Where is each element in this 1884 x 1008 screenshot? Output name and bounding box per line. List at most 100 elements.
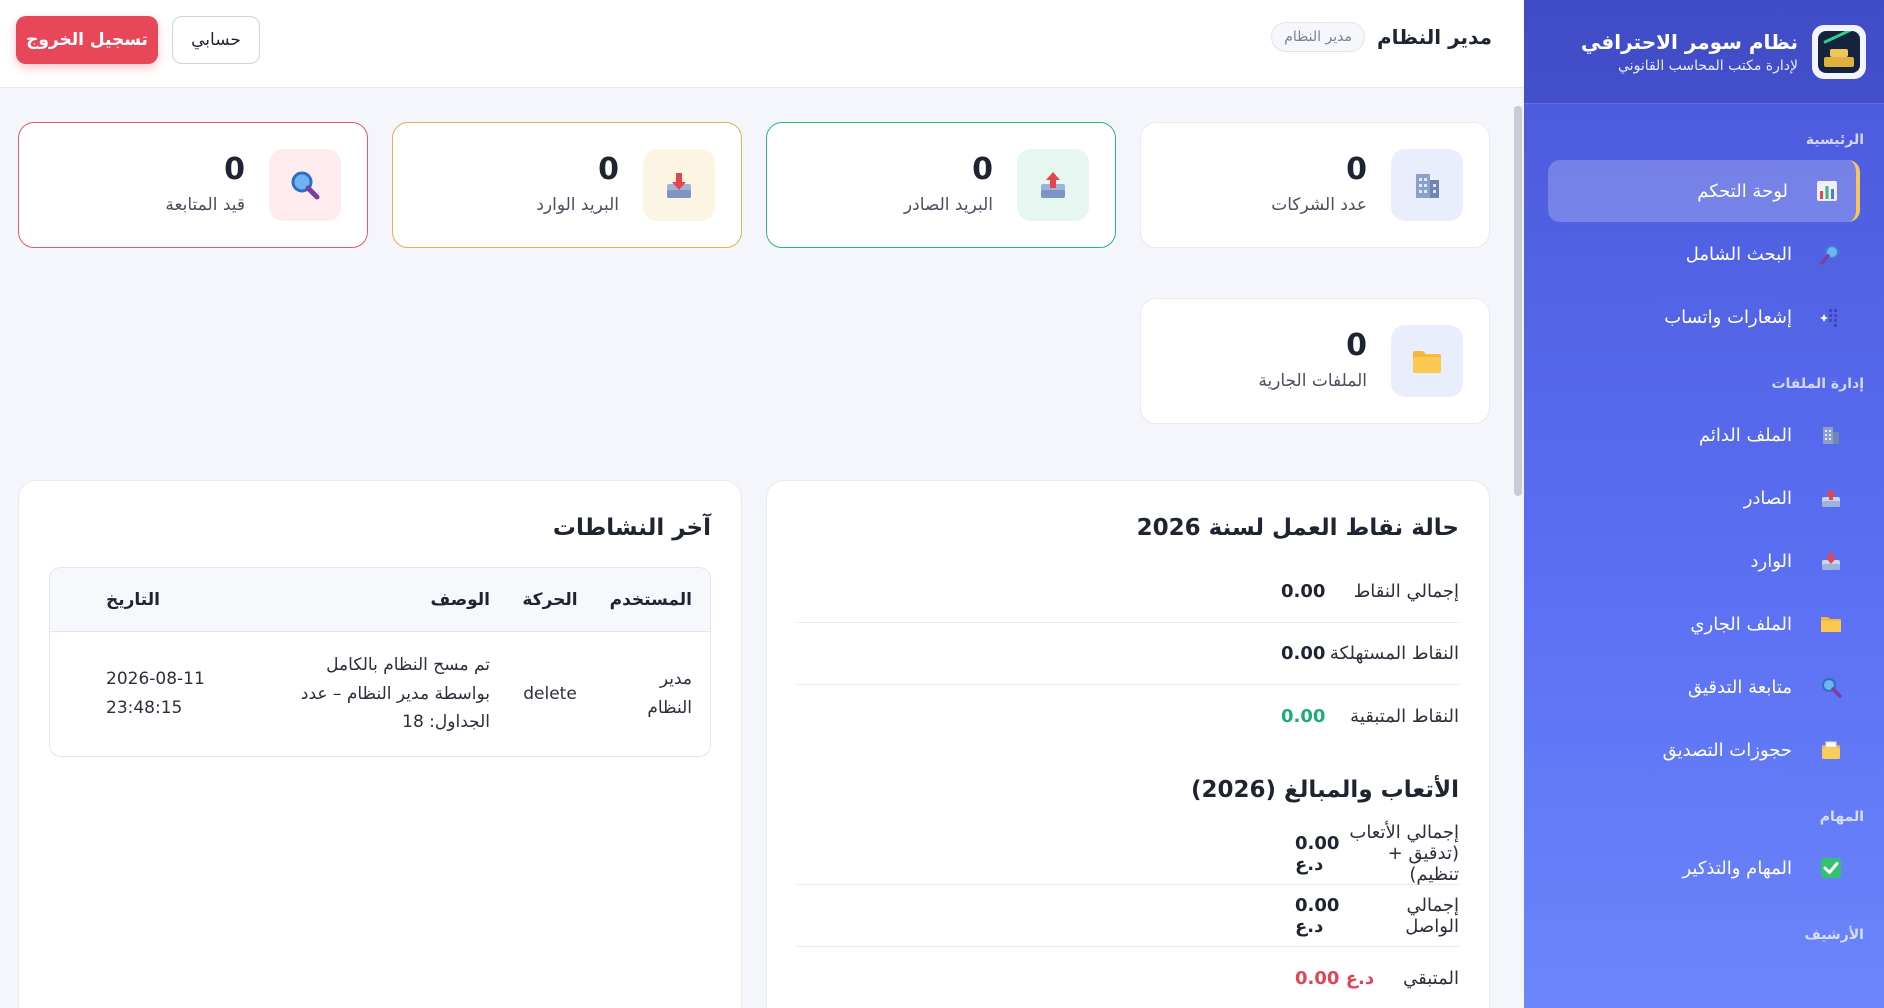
fees-row: المتبقي 0.00 د.ع [797,947,1459,1008]
stat-value: 0 [224,152,245,187]
cell-desc-line: تم مسح النظام بالكامل [326,654,490,675]
app-logo [1812,24,1866,79]
stat-card-current-files[interactable]: 0 الملفات الجارية [1140,298,1490,424]
sidebar-item-dashboard[interactable]: لوحة التحكم [1548,160,1860,222]
sidebar-item-label: حجوزات التصديق [1662,739,1792,761]
sidebar-item-label: متابعة التدقيق [1687,676,1792,698]
sidebar-item-label: البحث الشامل [1685,243,1792,265]
main-scrollbar[interactable] [1514,106,1522,496]
sidebar-item-tasks-reminders[interactable]: المهام والتذكير [1548,837,1860,899]
sidebar-item-label: الوارد [1750,550,1793,572]
building-icon [1391,149,1463,221]
brand: نظام سومر الاحترافي لإدارة مكتب المحاسب … [1524,0,1884,104]
top-bar: تسجيل الخروج حسابي مدير النظام مدير النظ… [0,0,1524,88]
search-icon [1818,241,1844,267]
sidebar-item-current-file[interactable]: الملف الجاري [1548,593,1860,655]
stat-label: البريد الوارد [536,195,619,215]
account-button[interactable]: حسابي [172,16,260,64]
cell-move: delete [523,683,577,704]
sidebar-item-global-search[interactable]: البحث الشامل [1548,223,1860,285]
points-row: النقاط المتبقية 0.00 [797,685,1459,747]
sidebar-item-label: الملف الدائم [1698,424,1792,446]
cell-desc-line: الجداول: 18 [402,712,490,733]
fees-row: إجمالي الواصل 0.00 د.ع [797,885,1459,947]
table-header: المستخدم الحركة الوصف التاريخ [50,568,710,632]
stat-value: 0 [972,152,993,187]
stat-label: قيد المتابعة [165,195,245,215]
header-user: المستخدم [609,589,692,610]
stat-card-incoming-mail[interactable]: 0 البريد الوارد [392,122,742,248]
outbox-icon [1818,485,1844,511]
points-title: حالة نقاط العمل لسنة 2026 [1136,515,1459,541]
stat-card-companies[interactable]: 0 عدد الشركات [1140,122,1490,248]
bar-chart-icon [1814,178,1840,204]
points-row: النقاط المستهلكة 0.00 [797,623,1459,685]
sidebar: نظام سومر الاحترافي لإدارة مكتب المحاسب … [1524,0,1884,1008]
row-label: إجمالي النقاط [1353,581,1459,602]
stat-value: 0 [598,152,619,187]
section-files: إدارة الملفات [1771,376,1864,392]
sidebar-item-label: الصادر [1743,487,1792,509]
section-tasks: المهام [1819,809,1864,825]
table-row: مدير النظام delete تم مسح النظام بالكامل… [50,632,710,756]
sidebar-item-certification-bookings[interactable]: حجوزات التصديق [1548,719,1860,781]
search-icon [1818,674,1844,700]
stat-label: عدد الشركات [1271,195,1367,215]
cell-desc-line: بواسطة مدير النظام – عدد [300,683,490,704]
row-value: 0.00 د.ع [1295,967,1375,989]
section-main: الرئيسية [1805,132,1864,148]
row-label: إجمالي الأتعاب (تدقيق + تنظيم) [1349,822,1459,885]
sidebar-item-label: المهام والتذكير [1682,857,1792,879]
row-label: النقاط المستهلكة [1329,643,1459,664]
user-name: مدير النظام [1376,25,1492,49]
row-value: 0.00 [1281,643,1326,664]
logout-button[interactable]: تسجيل الخروج [16,16,158,64]
fees-row: إجمالي الأتعاب (تدقيق + تنظيم) 0.00 د.ع [797,822,1459,885]
stat-label: البريد الصادر [903,195,993,215]
header-date: التاريخ [106,589,160,610]
section-archive: الأرشيف [1804,927,1864,943]
sidebar-item-whatsapp-notifications[interactable]: إشعارات واتساب [1548,286,1860,348]
header-move: الحركة [522,589,578,610]
cell-user-line: مدير [659,669,692,690]
stat-card-outgoing-mail[interactable]: 0 البريد الصادر [766,122,1116,248]
cell-date-line: 23:48:15 [106,698,183,718]
folder-icon [1818,611,1844,637]
sidebar-item-audit-follow-up[interactable]: متابعة التدقيق [1548,656,1860,718]
building-icon [1818,422,1844,448]
magnifier-icon [269,149,341,221]
row-value: 0.00 د.ع [1295,832,1340,875]
activities-table: المستخدم الحركة الوصف التاريخ مدير النظا… [49,567,711,757]
sidebar-item-label: الملف الجاري [1690,613,1792,635]
inbox-icon [1818,548,1844,574]
check-icon [1818,855,1844,881]
stat-card-follow-up[interactable]: 0 قيد المتابعة [18,122,368,248]
stat-value: 0 [1346,152,1367,187]
inbox-icon [643,149,715,221]
fees-title: الأتعاب والمبالغ (2026) [1190,777,1459,803]
sparkle-grid-icon [1818,304,1844,330]
outbox-icon [1017,149,1089,221]
sidebar-item-incoming[interactable]: الوارد [1548,530,1860,592]
folder-icon [1391,325,1463,397]
sidebar-item-label: لوحة التحكم [1697,180,1788,202]
sidebar-item-permanent-file[interactable]: الملف الدائم [1548,404,1860,466]
cell-desc: تم مسح النظام بالكامل بواسطة مدير النظام… [260,651,500,738]
brand-title: نظام سومر الاحترافي [1580,29,1798,54]
stat-value: 0 [1346,328,1367,363]
sidebar-item-label: إشعارات واتساب [1664,306,1792,328]
points-row: إجمالي النقاط 0.00 [797,561,1459,623]
stat-label: الملفات الجارية [1258,371,1367,391]
activities-panel: آخر النشاطات المستخدم الحركة الوصف التار… [18,480,742,1008]
row-label: المتبقي [1403,967,1459,989]
cell-date: 2026-08-11 23:48:15 [50,665,260,723]
brand-subtitle: لإدارة مكتب المحاسب القانوني [1618,57,1798,74]
sidebar-item-outgoing[interactable]: الصادر [1548,467,1860,529]
work-points-panel: حالة نقاط العمل لسنة 2026 إجمالي النقاط … [766,480,1490,1008]
row-value: 0.00 [1281,705,1326,727]
cell-date-line: 2026-08-11 [106,669,205,690]
user-info: مدير النظام مدير النظام [1271,22,1492,52]
folder-tab-icon [1818,737,1844,763]
row-label: النقاط المتبقية [1350,705,1459,727]
role-badge: مدير النظام [1271,22,1365,52]
